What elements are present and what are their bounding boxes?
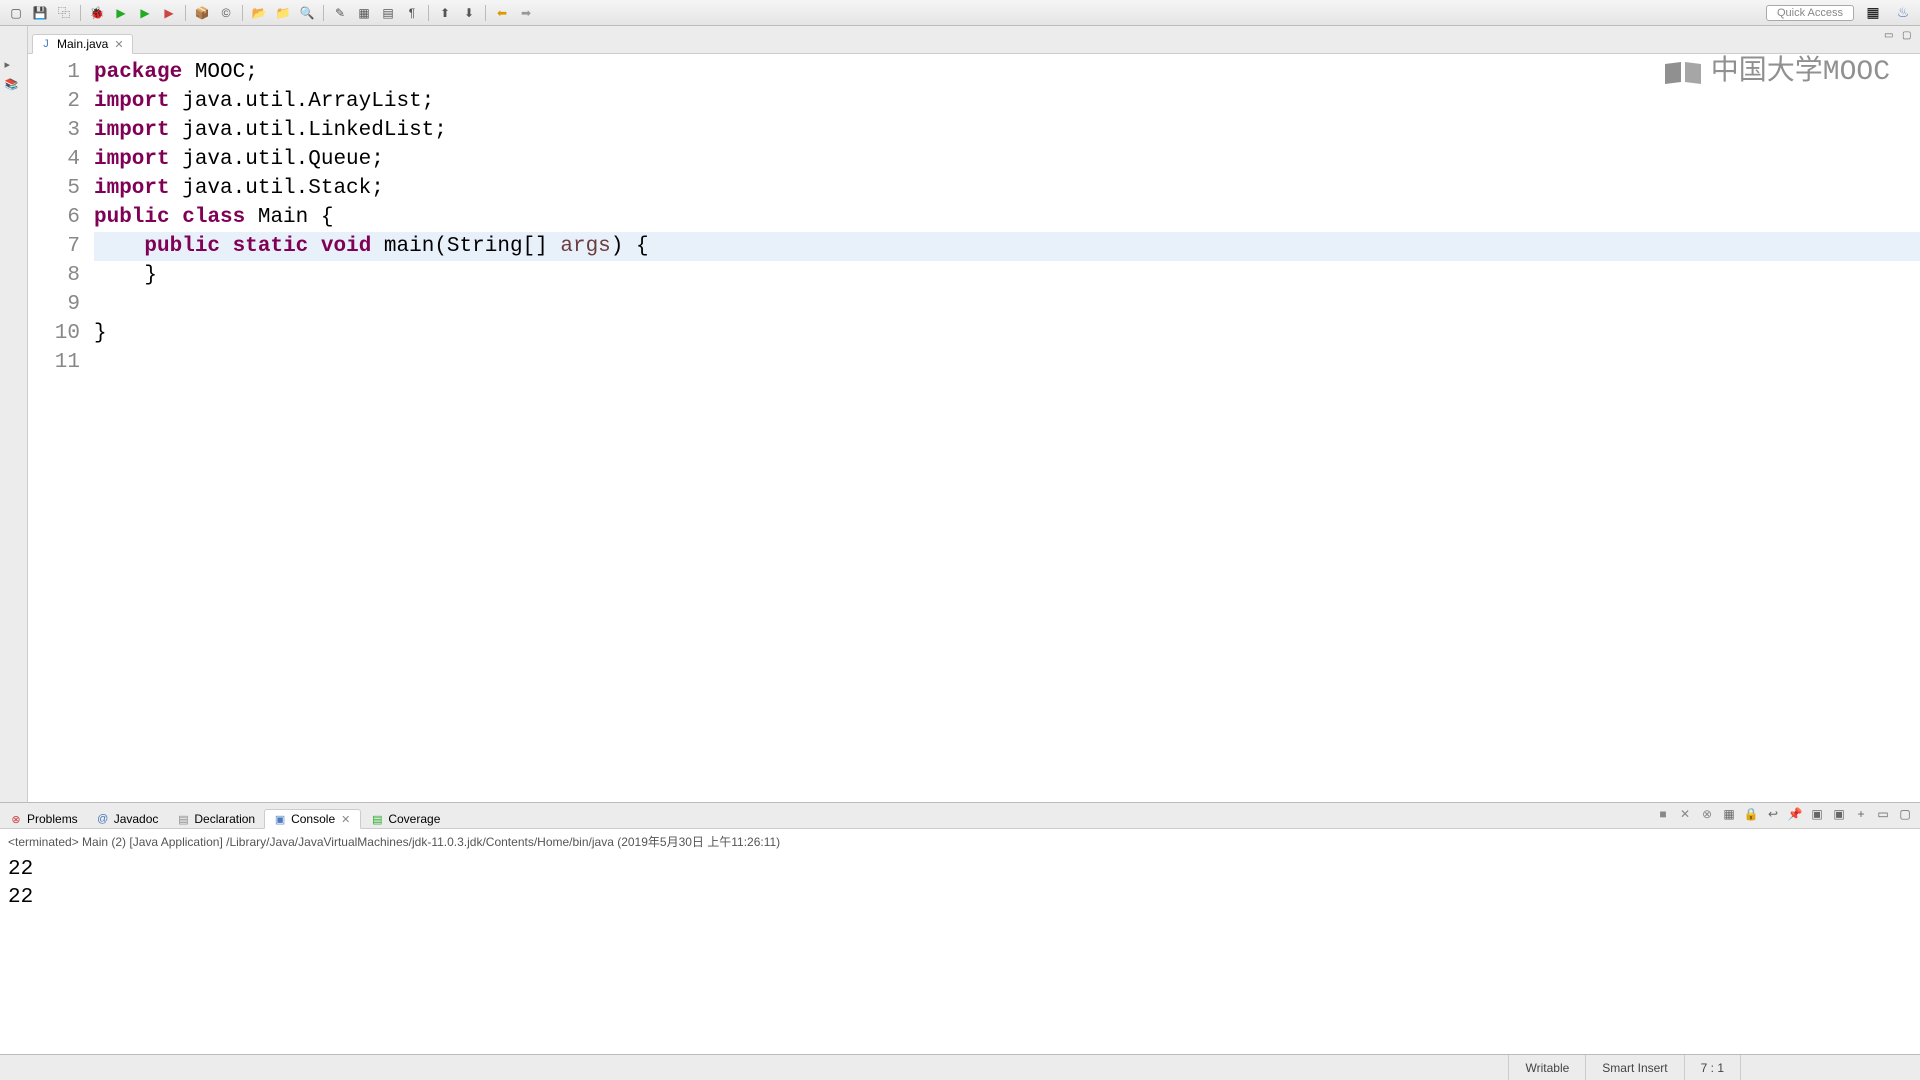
console-output[interactable]: <terminated> Main (2) [Java Application]… xyxy=(0,829,1920,1054)
back-icon[interactable]: ⬅ xyxy=(492,3,512,23)
new-class-icon[interactable]: © xyxy=(216,3,236,23)
console-icon: ▣ xyxy=(273,812,287,826)
terminated-label: <terminated> Main (2) [Java Application]… xyxy=(8,831,1912,856)
open-task-icon[interactable]: 📁 xyxy=(273,3,293,23)
minimize-icon[interactable]: ▭ xyxy=(1884,30,1898,44)
tab-declaration[interactable]: ▤ Declaration xyxy=(167,809,264,829)
run-last-icon[interactable]: ▶ xyxy=(159,3,179,23)
word-wrap-icon[interactable]: ↩ xyxy=(1764,805,1782,823)
save-icon[interactable]: 💾 xyxy=(30,3,50,23)
next-annotation-icon[interactable]: ⬇ xyxy=(459,3,479,23)
coverage-icon[interactable]: ▶ xyxy=(135,3,155,23)
new-console-icon[interactable]: + xyxy=(1852,805,1870,823)
code-editor[interactable]: ⚠1 ⚠2 ⚠3 ⚠4 ⚠5 6 7 8 9 10 11 package MOO… xyxy=(28,54,1920,802)
editor-panel: J Main.java ✕ ▭ ▢ ⚠1 ⚠2 ⚠3 ⚠4 ⚠5 6 7 8 9… xyxy=(28,26,1920,802)
workbench: ▸ 📚 J Main.java ✕ ▭ ▢ ⚠1 ⚠2 ⚠3 ⚠4 ⚠5 6 7 xyxy=(0,26,1920,802)
debug-icon[interactable]: 🐞 xyxy=(87,3,107,23)
toggle-mark-icon[interactable]: ✎ xyxy=(330,3,350,23)
book-icon xyxy=(1663,60,1703,86)
status-cursor-position: 7 : 1 xyxy=(1684,1055,1740,1080)
display-console-icon[interactable]: ▣ xyxy=(1808,805,1826,823)
clear-console-icon[interactable]: ▦ xyxy=(1720,805,1738,823)
new-package-icon[interactable]: 📦 xyxy=(192,3,212,23)
open-perspective-icon[interactable]: ▦ xyxy=(1862,3,1884,23)
show-whitespace-icon[interactable]: ▤ xyxy=(378,3,398,23)
editor-tab-bar: J Main.java ✕ ▭ ▢ xyxy=(28,26,1920,54)
separator xyxy=(242,5,243,21)
package-explorer-icon[interactable]: 📚 xyxy=(5,78,23,96)
pin-console-icon[interactable]: 📌 xyxy=(1786,805,1804,823)
search-icon[interactable]: 🔍 xyxy=(297,3,317,23)
separator xyxy=(80,5,81,21)
problems-icon: ⊗ xyxy=(9,812,23,826)
main-toolbar: ▢ 💾 ⿻ 🐞 ▶ ▶ ▶ 📦 © 📂 📁 🔍 ✎ ▦ ▤ ¶ ⬆ ⬇ ⬅ ➡ … xyxy=(0,0,1920,26)
close-icon[interactable]: ✕ xyxy=(112,38,125,51)
scroll-lock-icon[interactable]: 🔒 xyxy=(1742,805,1760,823)
separator xyxy=(428,5,429,21)
maximize-icon[interactable]: ▢ xyxy=(1902,30,1916,44)
forward-icon[interactable]: ➡ xyxy=(516,3,536,23)
tab-problems[interactable]: ⊗ Problems xyxy=(0,809,87,829)
java-file-icon: J xyxy=(39,37,53,51)
terminate-icon[interactable]: ■ xyxy=(1654,805,1672,823)
remove-launch-icon[interactable]: ✕ xyxy=(1676,805,1694,823)
save-all-icon[interactable]: ⿻ xyxy=(54,3,74,23)
view-tab-bar: ⊗ Problems @ Javadoc ▤ Declaration ▣ Con… xyxy=(0,803,1920,829)
javadoc-icon: @ xyxy=(96,812,110,826)
close-icon[interactable]: ✕ xyxy=(339,813,352,826)
bottom-panel: ⊗ Problems @ Javadoc ▤ Declaration ▣ Con… xyxy=(0,802,1920,1054)
tab-coverage[interactable]: ▤ Coverage xyxy=(361,809,449,829)
remove-all-icon[interactable]: ⊗ xyxy=(1698,805,1716,823)
maximize-view-icon[interactable]: ▢ xyxy=(1896,805,1914,823)
tab-label: Main.java xyxy=(57,37,108,51)
console-toolbar: ■ ✕ ⊗ ▦ 🔒 ↩ 📌 ▣ ▣ + ▭ ▢ xyxy=(1654,805,1914,823)
left-trim: ▸ 📚 xyxy=(0,26,28,802)
new-icon[interactable]: ▢ xyxy=(6,3,26,23)
run-icon[interactable]: ▶ xyxy=(111,3,131,23)
separator xyxy=(185,5,186,21)
toggle-block-icon[interactable]: ▦ xyxy=(354,3,374,23)
status-bar: Writable Smart Insert 7 : 1 xyxy=(0,1054,1920,1080)
restore-view-icon[interactable]: ▸ xyxy=(5,58,23,76)
console-line: 22 xyxy=(8,884,1912,912)
separator xyxy=(323,5,324,21)
editor-tab-main[interactable]: J Main.java ✕ xyxy=(32,34,133,54)
open-type-icon[interactable]: 📂 xyxy=(249,3,269,23)
minimize-view-icon[interactable]: ▭ xyxy=(1874,805,1892,823)
open-console-icon[interactable]: ▣ xyxy=(1830,805,1848,823)
declaration-icon: ▤ xyxy=(176,812,190,826)
coverage-icon: ▤ xyxy=(370,812,384,826)
status-writable: Writable xyxy=(1508,1055,1585,1080)
separator xyxy=(485,5,486,21)
quick-access-input[interactable]: Quick Access xyxy=(1766,5,1854,21)
console-line: 22 xyxy=(8,856,1912,884)
watermark-logo: 中国大学MOOC xyxy=(1663,58,1890,87)
status-insert-mode: Smart Insert xyxy=(1585,1055,1683,1080)
tab-javadoc[interactable]: @ Javadoc xyxy=(87,809,168,829)
java-perspective-icon[interactable]: ♨ xyxy=(1892,3,1914,23)
prev-annotation-icon[interactable]: ⬆ xyxy=(435,3,455,23)
code-content[interactable]: package MOOC; import java.util.ArrayList… xyxy=(88,54,1920,802)
line-number-ruler: ⚠1 ⚠2 ⚠3 ⚠4 ⚠5 6 7 8 9 10 11 xyxy=(28,54,88,802)
paragraph-icon[interactable]: ¶ xyxy=(402,3,422,23)
tab-console[interactable]: ▣ Console ✕ xyxy=(264,809,361,829)
